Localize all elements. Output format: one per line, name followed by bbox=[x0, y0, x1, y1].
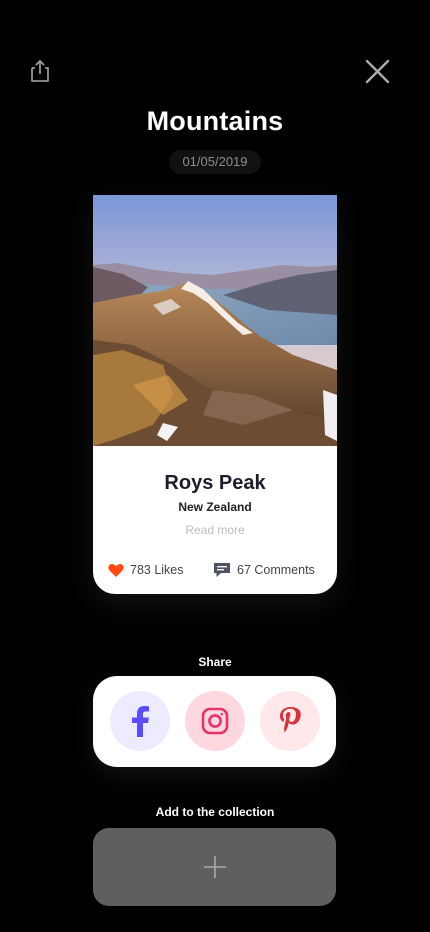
close-icon bbox=[365, 59, 390, 84]
facebook-icon bbox=[132, 706, 149, 737]
instagram-icon bbox=[201, 707, 229, 735]
plus-icon bbox=[203, 856, 226, 878]
instagram-button[interactable] bbox=[185, 691, 245, 751]
page-title: Mountains bbox=[146, 106, 284, 136]
photo-card[interactable]: Roys Peak New Zealand Read more 783 Like… bbox=[93, 195, 337, 594]
card-title: Roys Peak bbox=[164, 472, 266, 494]
pinterest-button[interactable] bbox=[260, 691, 320, 751]
facebook-button[interactable] bbox=[110, 691, 170, 751]
close-button[interactable] bbox=[364, 58, 391, 85]
mountain-photo[interactable] bbox=[93, 195, 337, 446]
heart-icon bbox=[108, 563, 124, 577]
collection-label: Add to the collection bbox=[155, 805, 275, 819]
likes-count: 783 Likes bbox=[130, 563, 184, 577]
share-icon bbox=[31, 59, 49, 82]
share-options bbox=[93, 676, 336, 767]
pinterest-icon bbox=[280, 707, 301, 733]
card-subtitle: New Zealand bbox=[178, 500, 252, 514]
likes-button[interactable]: 783 Likes bbox=[108, 561, 184, 579]
share-button[interactable] bbox=[27, 58, 53, 84]
comments-count: 67 Comments bbox=[237, 563, 315, 577]
read-more-link[interactable]: Read more bbox=[93, 523, 337, 537]
comments-button[interactable]: 67 Comments bbox=[213, 561, 315, 579]
add-to-collection-button[interactable] bbox=[93, 828, 336, 906]
share-label: Share bbox=[198, 655, 232, 669]
date-badge: 01/05/2019 bbox=[169, 150, 261, 174]
comment-icon bbox=[214, 563, 230, 577]
